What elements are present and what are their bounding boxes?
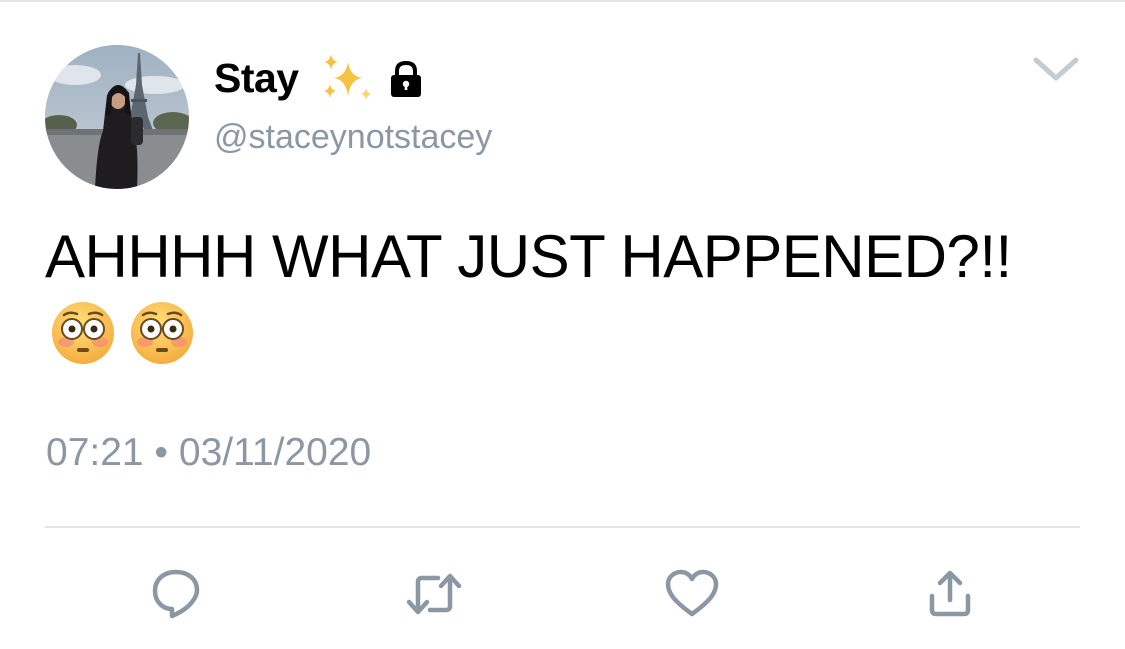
- avatar[interactable]: [45, 45, 189, 189]
- sparkles-icon: [324, 54, 371, 100]
- reply-button[interactable]: [144, 562, 208, 626]
- lock-icon: [391, 60, 421, 97]
- heart-icon: [665, 569, 719, 617]
- tweet-text: AHHHH WHAT JUST HAPPENED?!!: [45, 223, 1012, 290]
- like-button[interactable]: [660, 562, 724, 626]
- flushed-face-emoji: [131, 302, 193, 364]
- share-button[interactable]: [918, 562, 982, 626]
- action-bar-divider: [45, 526, 1080, 528]
- emoji-row: [50, 300, 208, 370]
- reply-icon: [152, 569, 200, 619]
- retweet-button[interactable]: [402, 562, 466, 626]
- avatar-image: [45, 45, 189, 189]
- handle[interactable]: @staceynotstacey: [214, 116, 492, 158]
- display-name[interactable]: Stay: [214, 54, 299, 102]
- timestamp[interactable]: 07:21 • 03/11/2020: [46, 430, 371, 476]
- top-divider: [0, 0, 1125, 2]
- flushed-face-emoji: [52, 302, 114, 364]
- chevron-down-icon[interactable]: [1030, 52, 1082, 86]
- share-icon: [929, 570, 971, 617]
- retweet-icon: [406, 573, 462, 615]
